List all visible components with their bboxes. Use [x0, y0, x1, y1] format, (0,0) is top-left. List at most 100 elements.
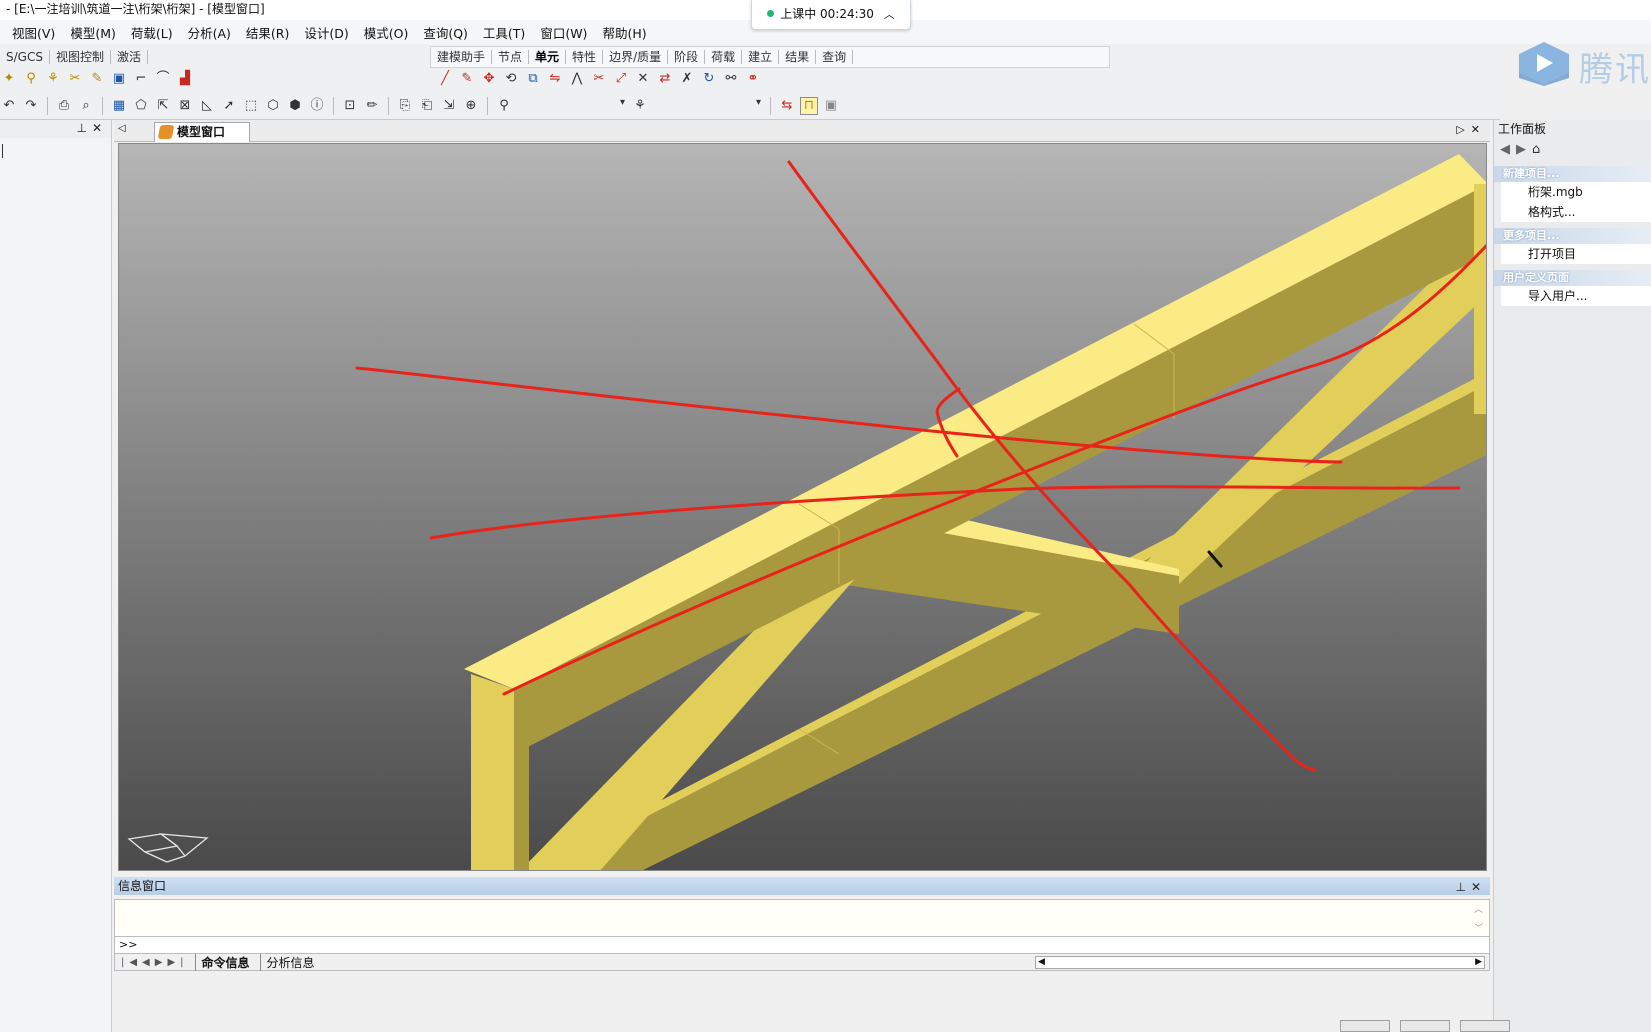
scissors-tool-icon[interactable]: ✂ [66, 70, 84, 88]
model-viewport[interactable] [118, 143, 1487, 871]
select-intersect-icon[interactable]: ⊠ [176, 97, 194, 115]
link-tool-icon[interactable]: ⚲ [22, 70, 40, 88]
tab-boundary-mass[interactable]: 边界/质量 [603, 50, 669, 64]
import-user-link[interactable]: 导入用户... [1501, 286, 1651, 306]
select-window-icon[interactable]: ▦ [110, 97, 128, 115]
info-output-area[interactable]: ︿ ﹀ [114, 899, 1490, 937]
section-more-projects-header[interactable]: 更多项目... [1494, 228, 1651, 244]
box-select-icon[interactable]: ⬚ [242, 97, 260, 115]
copy-view-icon[interactable]: ⎘ [396, 97, 414, 115]
rotate-element-icon[interactable]: ⟲ [502, 70, 520, 88]
class-status-pill[interactable]: 上课中 00:24:30 ︿ [751, 0, 911, 30]
node-tool-icon[interactable]: ✦ [0, 70, 18, 88]
home-icon[interactable]: ⌂ [1532, 142, 1540, 157]
renumber-element-icon[interactable]: ⇄ [656, 70, 674, 88]
hook-tool-icon[interactable]: ⌐ [132, 70, 150, 88]
delete-element-icon[interactable]: ✗ [678, 70, 696, 88]
print-icon[interactable]: ⎙ [55, 97, 73, 115]
dimension-icon[interactable]: ⇲ [440, 97, 458, 115]
scroll-left-icon[interactable]: ◀ [1038, 957, 1045, 967]
select-single-icon[interactable]: ⇱ [154, 97, 172, 115]
merge-element-icon[interactable]: ⤢ [612, 70, 630, 88]
intersect-element-icon[interactable]: ✕ [634, 70, 652, 88]
tab-scroll-right-close-icon[interactable]: ▷✕ [1456, 123, 1486, 136]
tab-load[interactable]: 荷载 [705, 50, 743, 64]
edit-element-icon[interactable]: ✎ [458, 70, 476, 88]
tab-scroll-left-icon[interactable]: ◁ [118, 123, 126, 134]
menu-analysis[interactable]: 分析(A) [188, 23, 231, 42]
hex-select-icon[interactable]: ⬢ [286, 97, 304, 115]
horizontal-scrollbar[interactable]: ◀ ▶ [1035, 956, 1485, 969]
node-select-icon[interactable]: ⚲ [495, 97, 513, 115]
paste-view-icon[interactable]: ⎗ [418, 97, 436, 115]
structure-group-icon[interactable]: ⚘ [631, 97, 649, 115]
tab-build[interactable]: 建立 [742, 50, 780, 64]
tab-property[interactable]: 特性 [566, 50, 604, 64]
divide-element-icon[interactable]: ✂ [590, 70, 608, 88]
group-dropdown[interactable] [653, 97, 763, 115]
menu-mode[interactable]: 模式(O) [364, 23, 409, 42]
tab-query[interactable]: 查询 [816, 50, 854, 64]
forward-icon[interactable]: ▶ [1516, 142, 1526, 157]
print-preview-icon[interactable]: ⌕ [77, 97, 95, 115]
branch-tool-icon[interactable]: ⚘ [44, 70, 62, 88]
redo-icon[interactable]: ↷ [22, 97, 40, 115]
bracket-tool-icon[interactable]: ⌒ [154, 70, 172, 88]
extrude-element-icon[interactable]: ⋀ [568, 70, 586, 88]
refresh-element-icon[interactable]: ↻ [700, 70, 718, 88]
cube-icon[interactable]: ⬡ [264, 97, 282, 115]
back-icon[interactable]: ◀ [1500, 142, 1510, 157]
scroll-right-icon[interactable]: ▶ [1475, 957, 1482, 967]
create-element-icon[interactable]: ╱ [436, 70, 454, 88]
monitor-icon[interactable]: ▣ [110, 70, 128, 88]
recent-item-truss[interactable]: 桁架.mgb [1501, 182, 1651, 202]
move-element-icon[interactable]: ✥ [480, 70, 498, 88]
recent-item-lattice[interactable]: 格构式... [1501, 202, 1651, 222]
chevron-up-icon[interactable]: ︿ [884, 8, 895, 21]
select-polygon-icon[interactable]: ⬠ [132, 97, 150, 115]
copy-element-icon[interactable]: ⧉ [524, 70, 542, 88]
tab-stage[interactable]: 阶段 [668, 50, 706, 64]
select-plane-icon[interactable]: ◺ [198, 97, 216, 115]
tab-activate[interactable]: 激活 [111, 50, 148, 64]
menu-window[interactable]: 窗口(W) [540, 23, 587, 42]
tab-modeling-assist[interactable]: 建模助手 [431, 50, 493, 64]
truck-tool-icon[interactable]: ▟ [176, 70, 194, 88]
menu-model[interactable]: 模型(M) [70, 23, 116, 42]
tab-view-control[interactable]: 视图控制 [50, 50, 111, 64]
render-view-icon[interactable]: ⊡ [341, 97, 359, 115]
activate-icon[interactable]: ⇆ [778, 97, 796, 115]
tab-command-info[interactable]: 命令信息 [194, 953, 256, 971]
link-element-icon[interactable]: ⚭ [744, 70, 762, 88]
tab-gcs[interactable]: S/GCS [0, 50, 50, 64]
tab-model-window[interactable]: 模型窗口 [154, 122, 250, 142]
lock-open-icon[interactable]: ⊓ [800, 97, 818, 115]
menu-design[interactable]: 设计(D) [304, 23, 348, 42]
section-new-project-header[interactable]: 新建项目... [1494, 166, 1651, 182]
selection-dropdown[interactable] [517, 97, 627, 115]
info-pin-close-icons[interactable]: ⊥✕ [1455, 878, 1486, 896]
pencil-icon[interactable]: ✏ [363, 97, 381, 115]
info-circle-icon[interactable]: ⓘ [308, 97, 326, 115]
menu-help[interactable]: 帮助(H) [602, 23, 646, 42]
tab-element[interactable]: 单元 [529, 50, 567, 64]
command-input[interactable]: >> [114, 937, 1490, 953]
target-icon[interactable]: ⊕ [462, 97, 480, 115]
menu-results[interactable]: 结果(R) [246, 23, 289, 42]
tab-node[interactable]: 节点 [492, 50, 530, 64]
scroll-up-icon[interactable]: ︿ [1474, 902, 1483, 915]
undo-icon[interactable]: ↶ [0, 97, 18, 115]
lock-icon[interactable]: ▣ [822, 97, 840, 115]
menu-load[interactable]: 荷载(L) [131, 23, 173, 42]
tab-nav-arrows-icon[interactable]: |◀◀▶▶| [115, 957, 195, 968]
tab-result[interactable]: 结果 [779, 50, 817, 64]
section-user-pages-header[interactable]: 用户定义页面 [1494, 270, 1651, 286]
menu-tools[interactable]: 工具(T) [483, 23, 525, 42]
menu-view[interactable]: 视图(V) [12, 23, 55, 42]
pen-tool-icon[interactable]: ✎ [88, 70, 106, 88]
connect-element-icon[interactable]: ⚯ [722, 70, 740, 88]
pointer-icon[interactable]: ➚ [220, 97, 238, 115]
menu-query[interactable]: 查询(Q) [423, 23, 468, 42]
scroll-down-icon[interactable]: ﹀ [1474, 921, 1483, 934]
tab-analysis-info[interactable]: 分析信息 [259, 953, 321, 971]
